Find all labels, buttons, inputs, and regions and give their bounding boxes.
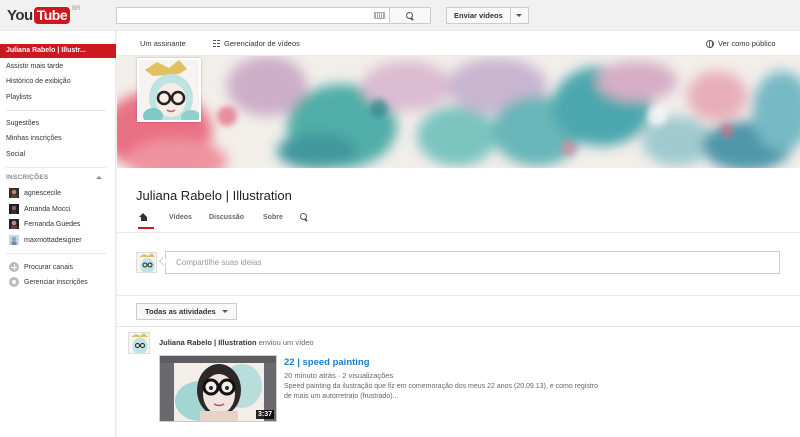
avatar-illustration [129, 333, 149, 353]
keyboard-icon[interactable] [374, 12, 385, 19]
channel-search-button[interactable] [300, 213, 308, 221]
subscription-item[interactable]: agnescecile [0, 186, 116, 200]
sidebar-item-subscriptions[interactable]: Minhas inscrições [0, 132, 116, 146]
guide-sidebar: Juliana Rabelo | Illustr... Assistir mai… [0, 31, 116, 437]
subscriber-count[interactable]: Um assinante [140, 39, 186, 48]
video-manager-link[interactable]: Gerenciador de vídeos [213, 39, 300, 48]
video-thumbnail[interactable]: 3:37 [159, 355, 277, 422]
browse-channels-link[interactable]: Procurar canais [0, 260, 116, 274]
sidebar-item-my-channel[interactable]: Juliana Rabelo | Illustr... [0, 44, 116, 58]
channel-avatar[interactable] [137, 58, 201, 122]
sidebar-item-social[interactable]: Social [0, 148, 116, 162]
avatar [9, 219, 19, 229]
search-button[interactable] [389, 7, 431, 24]
tab-about[interactable]: Sobre [263, 214, 283, 221]
manage-subscriptions-link[interactable]: Gerenciar inscrições [0, 275, 116, 289]
youtube-logo[interactable]: You Tube BR [7, 6, 81, 24]
video-title-link[interactable]: 22 | speed painting [284, 357, 370, 368]
upload-button[interactable]: Enviar vídeos [447, 8, 511, 23]
feed-author-link[interactable]: Juliana Rabelo | Illustration [159, 338, 257, 347]
avatar-illustration [137, 253, 156, 272]
channel-page: Um assinante Gerenciador de vídeos Ver c… [117, 31, 800, 437]
sidebar-divider [6, 253, 106, 254]
share-box [117, 232, 800, 296]
channel-banner [117, 56, 800, 168]
sidebar-item-history[interactable]: Histórico de exibição [0, 75, 116, 89]
feed-action: enviou um vídeo [258, 338, 314, 347]
view-as-public-link[interactable]: Ver como público [706, 39, 776, 48]
masthead: You Tube BR Enviar vídeos [0, 0, 800, 31]
sidebar-item-suggestions[interactable]: Sugestões [0, 117, 116, 131]
search-icon [406, 11, 414, 20]
chevron-down-icon [516, 14, 523, 17]
home-icon [139, 213, 148, 222]
search-input[interactable] [116, 7, 389, 24]
avatar[interactable] [128, 332, 150, 354]
subscription-item[interactable]: maxmottadesigner [0, 233, 116, 247]
activity-filter-bar: Todas as atividades [117, 297, 800, 327]
globe-icon [706, 39, 714, 48]
sidebar-divider [6, 110, 106, 111]
sidebar-divider [6, 167, 106, 168]
avatar-illustration [139, 60, 199, 120]
avatar [136, 252, 157, 273]
avatar [9, 188, 19, 198]
subscription-item[interactable]: Fernanda Guedes [0, 217, 116, 231]
watercolor-banner-art [117, 56, 800, 168]
video-manager-icon [213, 40, 220, 47]
channel-title: Juliana Rabelo | Illustration [136, 188, 292, 203]
subscription-item[interactable]: Amanda Mocci [0, 202, 116, 216]
avatar [9, 204, 19, 214]
sidebar-item-watch-later[interactable]: Assistir mais tarde [0, 60, 116, 74]
video-description: Speed painting da ilustração que fiz em … [284, 383, 599, 400]
plus-icon [9, 262, 19, 272]
upload-button-group: Enviar vídeos [446, 7, 529, 24]
video-duration: 3:37 [255, 410, 274, 419]
activity-filter-dropdown[interactable]: Todas as atividades [136, 303, 237, 320]
subscriptions-heading: INSCRIÇÕES [6, 174, 49, 181]
tab-home[interactable] [138, 212, 154, 229]
avatar [9, 235, 19, 245]
feed-item: Juliana Rabelo | Illustration enviou um … [117, 328, 800, 437]
search-icon [300, 213, 308, 221]
share-input[interactable] [165, 251, 780, 274]
tab-videos[interactable]: Vídeos [169, 214, 192, 221]
feed-header: Juliana Rabelo | Illustration enviou um … [159, 338, 314, 347]
video-meta: 20 minuto atrás · 2 visualizações [284, 371, 394, 380]
tab-discussion[interactable]: Discussão [209, 214, 244, 221]
channel-toolbar: Um assinante Gerenciador de vídeos Ver c… [117, 31, 800, 56]
channel-tabs: Vídeos Discussão Sobre [136, 211, 776, 231]
region-code: BR [72, 6, 81, 12]
sidebar-item-playlists[interactable]: Playlists [0, 91, 116, 105]
collapse-icon[interactable] [96, 176, 102, 179]
gear-icon [9, 277, 19, 287]
upload-menu-button[interactable] [511, 8, 528, 23]
chevron-down-icon [221, 310, 228, 313]
